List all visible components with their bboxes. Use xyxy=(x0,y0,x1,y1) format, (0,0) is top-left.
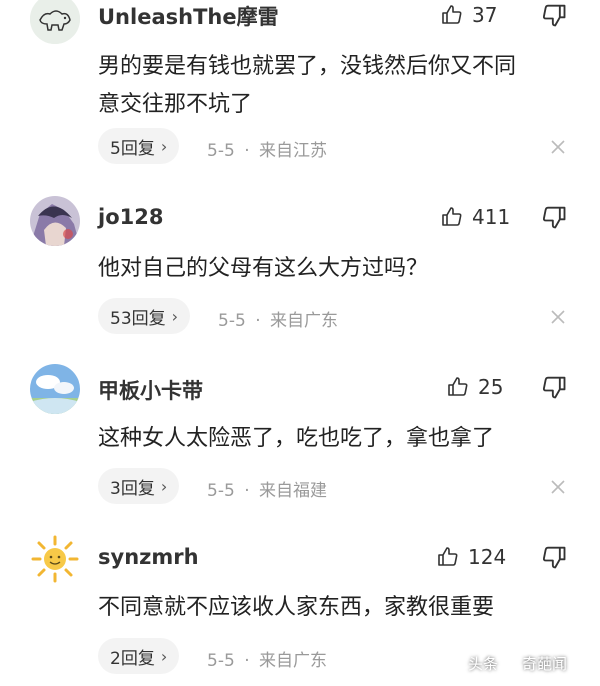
comment-text: 男的要是有钱也就罢了，没钱然后你又不同 意交往那不坑了 xyxy=(98,48,568,124)
sun-avatar-icon xyxy=(30,534,80,584)
avatar[interactable] xyxy=(30,196,80,246)
chevron-right-icon: › xyxy=(160,476,168,496)
comment-line: 他对自己的父母有这么大方过吗？ xyxy=(98,256,429,281)
thumbs-down-icon[interactable] xyxy=(540,203,568,231)
thumbs-down-icon[interactable] xyxy=(540,373,568,401)
watermark: 头条 奇葩闻 xyxy=(468,648,567,678)
comment-line: 不同意就不应该收人家东西，家教很重要 xyxy=(98,595,495,620)
reply-label: 2回复 xyxy=(110,648,155,669)
thumbs-up-icon xyxy=(442,207,462,226)
comment-date: 5-5 xyxy=(207,481,235,501)
thumbs-down-icon[interactable] xyxy=(540,1,568,29)
close-icon[interactable] xyxy=(548,307,568,327)
thumbs-up-icon xyxy=(448,377,468,396)
thumbs-up-icon xyxy=(438,547,458,566)
comment-meta: 5-5 · 来自福建 xyxy=(207,476,327,501)
avatar[interactable] xyxy=(30,0,80,44)
anime-character-avatar-icon xyxy=(30,196,80,246)
at-sign-icon xyxy=(502,655,518,671)
watermark-account: 奇葩闻 xyxy=(522,654,568,673)
chevron-right-icon: › xyxy=(160,646,168,666)
comment-location: 来自广东 xyxy=(259,651,327,671)
like-button[interactable]: 411 xyxy=(440,202,510,232)
comment-line: 男的要是有钱也就罢了，没钱然后你又不同 xyxy=(98,54,517,79)
like-button[interactable]: 25 xyxy=(446,372,516,402)
comment-date: 5-5 xyxy=(207,141,235,161)
reply-count-button[interactable]: 5回复 › xyxy=(98,128,180,164)
comment-meta: 5-5 · 来自广东 xyxy=(207,646,327,671)
meta-separator: · xyxy=(244,651,250,671)
username[interactable]: jo128 xyxy=(98,205,163,229)
avatar[interactable] xyxy=(30,534,80,584)
chevron-right-icon: › xyxy=(171,306,179,326)
meta-separator: · xyxy=(255,311,261,331)
meta-separator: · xyxy=(244,141,250,161)
comment-text: 这种女人太险恶了，吃也吃了，拿也拿了 xyxy=(98,420,568,458)
username[interactable]: 甲板小卡带 xyxy=(98,375,203,405)
like-count: 124 xyxy=(468,545,507,569)
comment-location: 来自福建 xyxy=(259,481,327,501)
username[interactable]: UnleashThe摩雷 xyxy=(98,1,279,31)
meta-separator: · xyxy=(244,481,250,501)
close-icon[interactable] xyxy=(548,477,568,497)
like-count: 37 xyxy=(472,3,498,27)
reply-label: 53回复 xyxy=(110,308,166,329)
comment-text: 他对自己的父母有这么大方过吗？ xyxy=(98,250,568,288)
comment-item: UnleashThe摩雷 37 男的要是有钱也就罢了，没钱然后你又不同 意交往那… xyxy=(0,0,600,170)
like-count: 25 xyxy=(478,375,504,399)
like-button[interactable]: 37 xyxy=(440,0,510,30)
chevron-right-icon: › xyxy=(160,136,168,156)
close-icon[interactable] xyxy=(548,137,568,157)
username[interactable]: synzmrh xyxy=(98,545,199,569)
reply-count-button[interactable]: 53回复 › xyxy=(98,298,191,334)
like-count: 411 xyxy=(472,205,511,229)
reply-count-button[interactable]: 2回复 › xyxy=(98,638,180,674)
thumbs-down-icon[interactable] xyxy=(540,543,568,571)
comment-meta: 5-5 · 来自广东 xyxy=(218,306,338,331)
comment-date: 5-5 xyxy=(207,651,235,671)
comment-text: 不同意就不应该收人家东西，家教很重要 xyxy=(98,589,568,627)
comment-date: 5-5 xyxy=(218,311,246,331)
reply-label: 5回复 xyxy=(110,138,155,159)
comment-line: 这种女人太险恶了，吃也吃了，拿也拿了 xyxy=(98,426,495,451)
comment-item: 甲板小卡带 25 这种女人太险恶了，吃也吃了，拿也拿了 3回复 › 5-5 · … xyxy=(0,360,600,520)
dog-sketch-avatar-icon xyxy=(30,0,80,44)
avatar[interactable] xyxy=(30,364,80,414)
reply-label: 3回复 xyxy=(110,478,155,499)
comment-location: 来自江苏 xyxy=(259,141,327,161)
reply-count-button[interactable]: 3回复 › xyxy=(98,468,180,504)
watermark-brand: 头条 xyxy=(468,654,499,673)
sky-landscape-avatar-icon xyxy=(30,364,80,414)
like-button[interactable]: 124 xyxy=(436,542,506,572)
thumbs-up-icon xyxy=(442,5,462,24)
comment-line: 意交往那不坑了 xyxy=(98,92,253,117)
comment-item: jo128 411 他对自己的父母有这么大方过吗？ 53回复 › 5-5 · 来… xyxy=(0,190,600,350)
comment-meta: 5-5 · 来自江苏 xyxy=(207,136,327,161)
comment-location: 来自广东 xyxy=(270,311,338,331)
